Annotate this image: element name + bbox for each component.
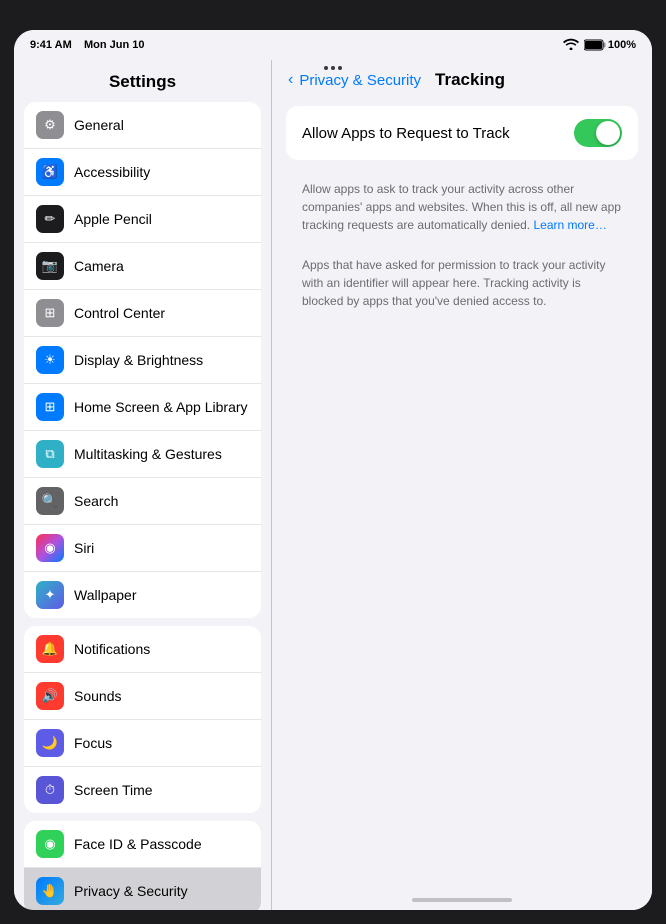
battery-percent: 100% — [608, 39, 636, 51]
home-screen-label: Home Screen & App Library — [74, 399, 249, 415]
dot1 — [324, 66, 328, 70]
description-1: Allow apps to ask to track your activity… — [286, 170, 638, 246]
tracking-toggle-card: Allow Apps to Request to Track — [286, 106, 638, 160]
privacy-security-label: Privacy & Security — [74, 883, 249, 899]
home-bar — [412, 898, 512, 902]
learn-more-link[interactable]: Learn more… — [533, 218, 606, 232]
status-indicators: 100% — [563, 38, 636, 53]
screen-time-icon: ⏱ — [36, 776, 64, 804]
battery-icon: 100% — [584, 39, 636, 51]
focus-icon: 🌙 — [36, 729, 64, 757]
camera-label: Camera — [74, 258, 249, 274]
general-icon: ⚙ — [36, 111, 64, 139]
face-id-label: Face ID & Passcode — [74, 836, 249, 852]
wallpaper-label: Wallpaper — [74, 587, 249, 603]
screen: 9:41 AM Mon Jun 10 — [14, 30, 652, 910]
sidebar-title: Settings — [14, 60, 271, 102]
back-chevron-icon: ‹ — [288, 71, 293, 89]
sidebar-group-1: 🔔 Notifications 🔊 Sounds 🌙 Focus ⏱ Screen Time — [24, 626, 261, 813]
description-2-text: Apps that have asked for permission to t… — [302, 258, 605, 308]
sidebar-item-screen-time[interactable]: ⏱ Screen Time — [24, 767, 261, 813]
page-title: Tracking — [435, 70, 505, 90]
focus-label: Focus — [74, 735, 249, 751]
right-panel: ‹ Privacy & Security Tracking Allow Apps… — [272, 60, 652, 910]
sidebar: Settings ⚙ General ♿ Accessibility ✏ Apple Pe… — [14, 60, 272, 910]
multitasking-icon: ⧉ — [36, 440, 64, 468]
sidebar-item-wallpaper[interactable]: ✦ Wallpaper — [24, 572, 261, 618]
status-date: Mon Jun 10 — [84, 39, 145, 51]
general-label: General — [74, 117, 249, 133]
allow-apps-tracking-row[interactable]: Allow Apps to Request to Track — [286, 106, 638, 160]
sidebar-item-home-screen[interactable]: ⊞ Home Screen & App Library — [24, 384, 261, 431]
accessibility-label: Accessibility — [74, 164, 249, 180]
multitasking-label: Multitasking & Gestures — [74, 446, 249, 462]
sidebar-group-2: ◉ Face ID & Passcode 🤚 Privacy & Security — [24, 821, 261, 910]
back-button[interactable]: Privacy & Security — [299, 72, 421, 89]
wallpaper-icon: ✦ — [36, 581, 64, 609]
sounds-label: Sounds — [74, 688, 249, 704]
allow-apps-tracking-label: Allow Apps to Request to Track — [302, 125, 574, 142]
sidebar-item-search[interactable]: 🔍 Search — [24, 478, 261, 525]
home-indicator — [272, 890, 652, 910]
content-area: Allow Apps to Request to Track Allow app… — [272, 98, 652, 890]
status-time: 9:41 AM — [30, 39, 72, 51]
search-icon: 🔍 — [36, 487, 64, 515]
status-time-date: 9:41 AM Mon Jun 10 — [30, 39, 145, 51]
notifications-icon: 🔔 — [36, 635, 64, 663]
sidebar-group-0: ⚙ General ♿ Accessibility ✏ Apple Pencil 📷 Came… — [24, 102, 261, 618]
sounds-icon: 🔊 — [36, 682, 64, 710]
toggle-thumb — [596, 121, 620, 145]
control-center-icon: ⊞ — [36, 299, 64, 327]
three-dots — [324, 66, 342, 70]
screen-time-label: Screen Time — [74, 782, 249, 798]
accessibility-icon: ♿ — [36, 158, 64, 186]
sidebar-item-privacy-security[interactable]: 🤚 Privacy & Security — [24, 868, 261, 910]
sidebar-item-multitasking[interactable]: ⧉ Multitasking & Gestures — [24, 431, 261, 478]
display-brightness-label: Display & Brightness — [74, 352, 249, 368]
sidebar-item-sounds[interactable]: 🔊 Sounds — [24, 673, 261, 720]
apple-pencil-icon: ✏ — [36, 205, 64, 233]
search-label: Search — [74, 493, 249, 509]
apple-pencil-label: Apple Pencil — [74, 211, 249, 227]
siri-label: Siri — [74, 540, 249, 556]
dot3 — [338, 66, 342, 70]
sidebar-item-display-brightness[interactable]: ☀ Display & Brightness — [24, 337, 261, 384]
sidebar-item-notifications[interactable]: 🔔 Notifications — [24, 626, 261, 673]
main-layout: Settings ⚙ General ♿ Accessibility ✏ Apple Pe… — [14, 60, 652, 910]
siri-icon: ◉ — [36, 534, 64, 562]
sidebar-item-apple-pencil[interactable]: ✏ Apple Pencil — [24, 196, 261, 243]
status-bar: 9:41 AM Mon Jun 10 — [14, 30, 652, 60]
notifications-label: Notifications — [74, 641, 249, 657]
sidebar-groups: ⚙ General ♿ Accessibility ✏ Apple Pencil 📷 Came… — [14, 102, 271, 910]
sidebar-item-camera[interactable]: 📷 Camera — [24, 243, 261, 290]
description-2: Apps that have asked for permission to t… — [286, 246, 638, 322]
sidebar-item-general[interactable]: ⚙ General — [24, 102, 261, 149]
allow-apps-toggle[interactable] — [574, 119, 622, 147]
privacy-security-icon: 🤚 — [36, 877, 64, 905]
sidebar-item-focus[interactable]: 🌙 Focus — [24, 720, 261, 767]
home-screen-icon: ⊞ — [36, 393, 64, 421]
device-frame: 9:41 AM Mon Jun 10 — [0, 0, 666, 924]
display-brightness-icon: ☀ — [36, 346, 64, 374]
wifi-icon — [563, 38, 579, 53]
dot2 — [331, 66, 335, 70]
sidebar-item-control-center[interactable]: ⊞ Control Center — [24, 290, 261, 337]
sidebar-item-siri[interactable]: ◉ Siri — [24, 525, 261, 572]
face-id-icon: ◉ — [36, 830, 64, 858]
sidebar-item-face-id[interactable]: ◉ Face ID & Passcode — [24, 821, 261, 868]
camera-icon: 📷 — [36, 252, 64, 280]
sidebar-item-accessibility[interactable]: ♿ Accessibility — [24, 149, 261, 196]
control-center-label: Control Center — [74, 305, 249, 321]
